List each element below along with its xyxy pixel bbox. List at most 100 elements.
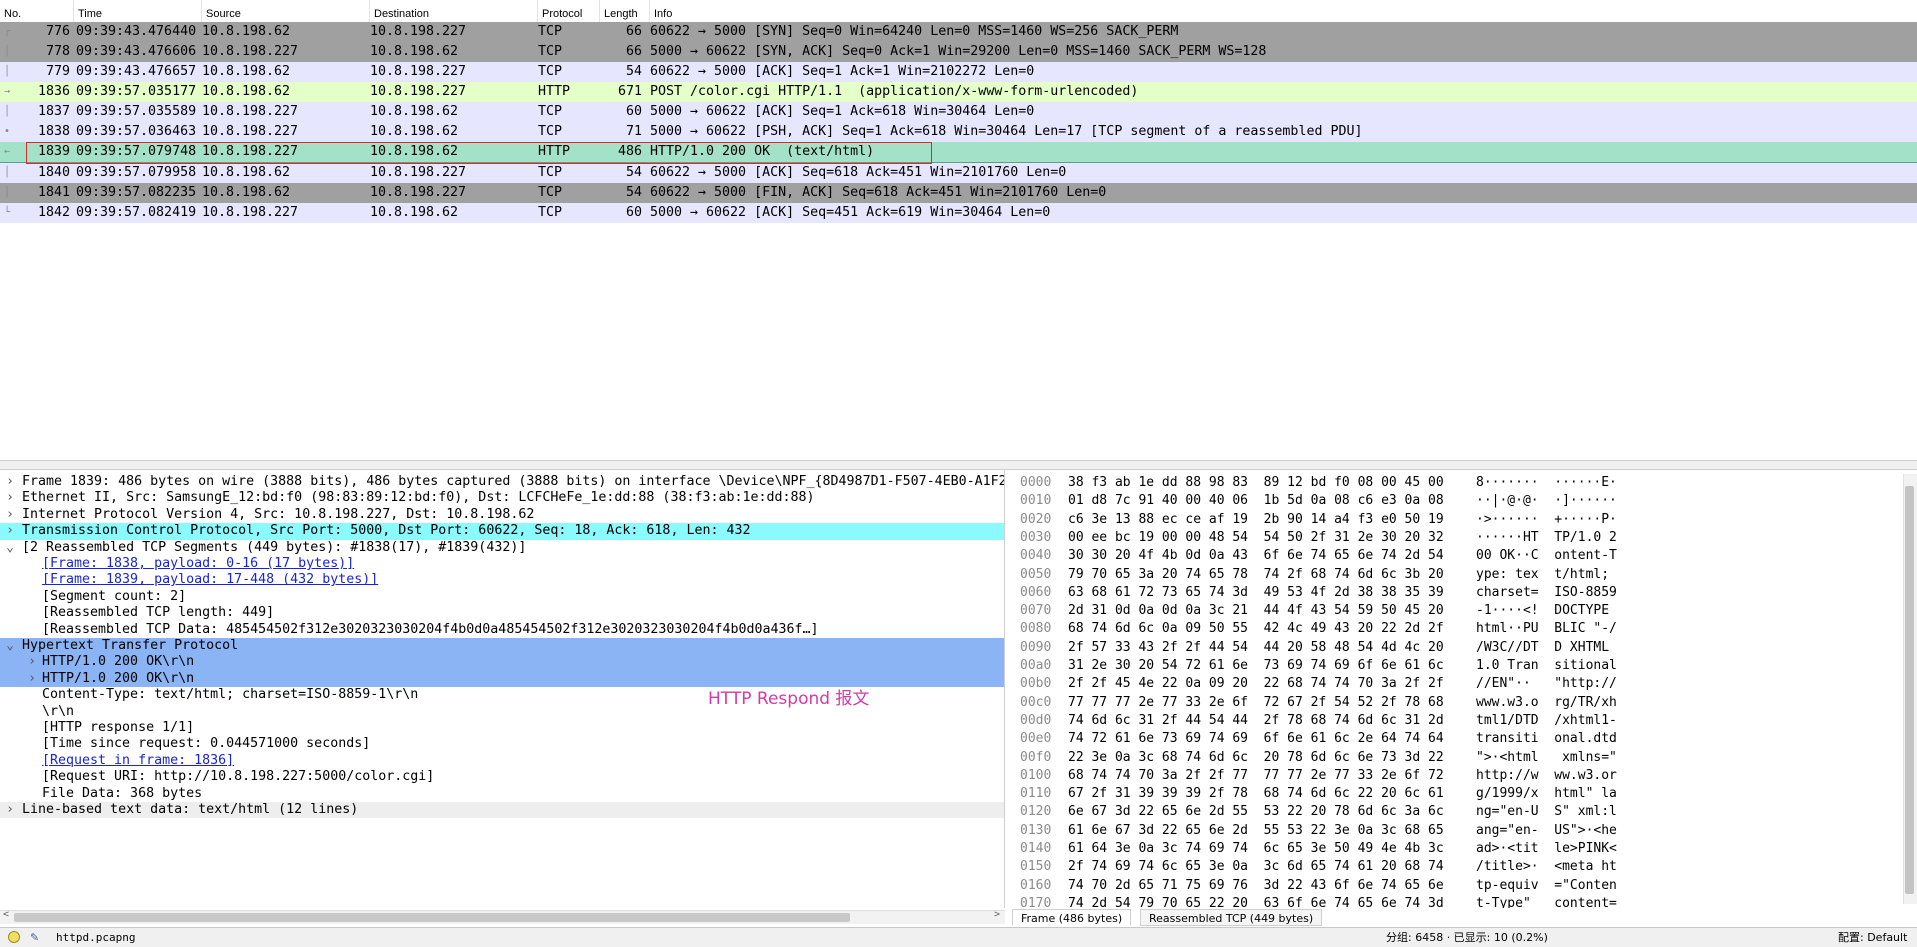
- packet-no: 1837: [37, 104, 70, 119]
- detail-tree-row[interactable]: [Frame: 1839, payload: 17-448 (432 bytes…: [0, 572, 1004, 588]
- annotation-label: HTTP Respond 报文: [708, 689, 870, 709]
- column-header-protocol[interactable]: Protocol: [538, 0, 600, 22]
- hex-row[interactable]: 0130 61 6e 67 3d 22 65 6e 2d 55 53 22 3e …: [1008, 822, 1898, 841]
- detail-tree-row[interactable]: [HTTP response 1/1]: [0, 720, 1004, 736]
- detail-link-text[interactable]: [Frame: 1839, payload: 17-448 (432 bytes…: [42, 572, 378, 588]
- hex-row[interactable]: 0050 79 70 65 3a 20 74 65 78 74 2f 68 74 …: [1008, 566, 1898, 585]
- related-packet-icon: │: [3, 167, 11, 178]
- packet-length: 54: [625, 64, 642, 79]
- hex-row[interactable]: 0100 68 74 74 70 3a 2f 2f 77 77 77 2e 77 …: [1008, 767, 1898, 786]
- hex-row[interactable]: 00e0 74 72 61 6e 73 69 74 69 6f 6e 61 6c …: [1008, 730, 1898, 749]
- hex-row[interactable]: 0140 61 64 3e 0a 3c 74 69 74 6c 65 3e 50 …: [1008, 840, 1898, 859]
- tab-frame-bytes[interactable]: Frame (486 bytes): [1012, 909, 1132, 926]
- related-packet-icon: │: [3, 66, 11, 77]
- column-header-source[interactable]: Source: [202, 0, 370, 22]
- detail-tree-row[interactable]: › Ethernet II, Src: SamsungE_12:bd:f0 (98…: [0, 490, 1004, 506]
- packet-row[interactable]: │ 778 09:39:43.476606 10.8.198.227 10.8.198.…: [0, 42, 1917, 62]
- column-header-length[interactable]: Length: [600, 0, 650, 22]
- hex-row[interactable]: 0070 2d 31 0d 0a 0d 0a 3c 21 44 4f 43 54 …: [1008, 602, 1898, 621]
- detail-tree-row[interactable]: [Reassembled TCP Data: 485454502f312e302…: [0, 622, 1004, 638]
- hex-row[interactable]: 0150 2f 74 69 74 6c 65 3e 0a 3c 6d 65 74 …: [1008, 858, 1898, 877]
- packet-destination: 10.8.198.227: [370, 165, 467, 180]
- scroll-left-icon[interactable]: <: [3, 909, 9, 920]
- packet-length: 66: [625, 24, 642, 39]
- hex-ascii: 1.0 Tran sitional: [1476, 658, 1617, 673]
- packet-row[interactable]: │ 1841 09:39:57.082235 10.8.198.62 10.8.198.…: [0, 183, 1917, 203]
- detail-tree-row[interactable]: › Internet Protocol Version 4, Src: 10.8.…: [0, 507, 1004, 523]
- tab-reassembled-tcp[interactable]: Reassembled TCP (449 bytes): [1140, 909, 1323, 926]
- detail-tree-row[interactable]: [Request in frame: 1836]: [0, 753, 1004, 769]
- expert-info-icon[interactable]: [8, 931, 20, 943]
- scroll-right-icon[interactable]: >: [994, 909, 1000, 920]
- hex-row[interactable]: 0170 74 2d 54 79 70 65 22 20 63 6f 6e 74 …: [1008, 895, 1898, 908]
- detail-tree-row[interactable]: [Time since request: 0.044571000 seconds…: [0, 736, 1004, 752]
- hex-row[interactable]: 0010 01 d8 7c 91 40 00 40 06 1b 5d 0a 08 …: [1008, 492, 1898, 511]
- packet-no: 1836: [37, 84, 70, 99]
- expanded-chevron-icon[interactable]: ⌄: [4, 540, 16, 556]
- hex-row[interactable]: 00a0 31 2e 30 20 54 72 61 6e 73 69 74 69 …: [1008, 657, 1898, 676]
- related-packet-icon: →: [3, 86, 11, 97]
- hex-row[interactable]: 0000 38 f3 ab 1e dd 88 98 83 89 12 bd f0 …: [1008, 474, 1898, 493]
- detail-tree-row[interactable]: File Data: 368 bytes: [0, 786, 1004, 802]
- hex-row[interactable]: 0160 74 70 2d 65 71 75 69 76 3d 22 43 6f …: [1008, 877, 1898, 896]
- edit-comment-icon[interactable]: ✎: [30, 930, 39, 946]
- column-header-no[interactable]: No.: [0, 0, 74, 22]
- hex-row[interactable]: 0090 2f 57 33 43 2f 2f 44 54 44 20 58 48 …: [1008, 639, 1898, 658]
- hex-row[interactable]: 0080 68 74 6d 6c 0a 09 50 55 42 4c 49 43 …: [1008, 620, 1898, 639]
- packet-row[interactable]: ┌ 776 09:39:43.476440 10.8.198.62 10.8.198.2…: [0, 22, 1917, 42]
- detail-text: [Request URI: http://10.8.198.227:5000/c…: [42, 769, 435, 785]
- hex-offset: 0080: [1020, 621, 1052, 637]
- packet-row[interactable]: │ 1840 09:39:57.079958 10.8.198.62 10.8.198.…: [0, 163, 1917, 183]
- detail-tree-row[interactable]: ⌄ Hypertext Transfer Protocol: [0, 638, 1004, 655]
- hex-row[interactable]: 0040 30 30 20 4f 4b 0d 0a 43 6f 6e 74 65 …: [1008, 547, 1898, 566]
- collapsed-chevron-icon[interactable]: ›: [4, 802, 16, 818]
- related-packet-icon: │: [3, 187, 11, 198]
- detail-text: Line-based text data: text/html (12 line…: [22, 802, 359, 817]
- hex-row[interactable]: 0060 63 68 61 72 73 65 74 3d 49 53 4f 2d …: [1008, 584, 1898, 603]
- packet-row[interactable]: └ 1842 09:39:57.082419 10.8.198.227 10.8.198…: [0, 203, 1917, 223]
- packet-row[interactable]: → 1836 09:39:57.035177 10.8.198.62 10.8.198.…: [0, 82, 1917, 102]
- detail-tree-row[interactable]: [Segment count: 2]: [0, 589, 1004, 605]
- hex-bytes: 68 74 6d 6c 0a 09 50 55 42 4c 49 43 20 2…: [1068, 621, 1444, 637]
- hex-offset: 00c0: [1020, 694, 1052, 710]
- collapsed-chevron-icon[interactable]: ›: [4, 474, 16, 490]
- collapsed-chevron-icon[interactable]: ›: [26, 654, 38, 670]
- collapsed-chevron-icon[interactable]: ›: [26, 671, 38, 687]
- detail-tree-row[interactable]: [Reassembled TCP length: 449]: [0, 605, 1004, 621]
- hex-row[interactable]: 00f0 22 3e 0a 3c 68 74 6d 6c 20 78 6d 6c …: [1008, 749, 1898, 768]
- hex-row[interactable]: 0030 00 ee bc 19 00 00 48 54 54 50 2f 31 …: [1008, 529, 1898, 548]
- detail-link-text[interactable]: [Request in frame: 1836]: [42, 753, 234, 769]
- hex-row[interactable]: 0110 67 2f 31 39 39 39 2f 78 68 74 6d 6c …: [1008, 785, 1898, 804]
- detail-tree-row[interactable]: [Frame: 1838, payload: 0-16 (17 bytes)]: [0, 556, 1004, 572]
- column-header-destination[interactable]: Destination: [370, 0, 538, 22]
- expanded-chevron-icon[interactable]: ⌄: [4, 638, 16, 654]
- packet-protocol: TCP: [538, 165, 563, 180]
- bytes-scrollbar-thumb[interactable]: [1905, 486, 1914, 894]
- detail-link-text[interactable]: [Frame: 1838, payload: 0-16 (17 bytes)]: [42, 556, 354, 572]
- details-scrollbar-thumb[interactable]: [14, 913, 850, 922]
- hex-ascii: ype: tex t/html;: [1476, 566, 1617, 582]
- detail-tree-row[interactable]: › Frame 1839: 486 bytes on wire (3888 bit…: [0, 474, 1004, 490]
- collapsed-chevron-icon[interactable]: ›: [4, 523, 16, 539]
- column-header-time[interactable]: Time^: [74, 0, 202, 22]
- hex-row[interactable]: 0020 c6 3e 13 88 ec ce af 19 2b 90 14 a4 …: [1008, 511, 1898, 530]
- detail-tree-row[interactable]: › Transmission Control Protocol, Src Port…: [0, 523, 1004, 540]
- profile-status[interactable]: 配置: Default: [1838, 930, 1907, 946]
- detail-tree-row[interactable]: › Line-based text data: text/html (12 lin…: [0, 802, 1004, 819]
- hex-row[interactable]: 0120 6e 67 3d 22 65 6e 2d 55 53 22 20 78 …: [1008, 803, 1898, 822]
- pane-splitter[interactable]: [0, 460, 1917, 470]
- hex-row[interactable]: 00c0 77 77 77 2e 77 33 2e 6f 72 67 2f 54 …: [1008, 694, 1898, 713]
- hex-bytes: 74 6d 6c 31 2f 44 54 44 2f 78 68 74 6d 6…: [1068, 712, 1444, 728]
- collapsed-chevron-icon[interactable]: ›: [4, 490, 16, 506]
- collapsed-chevron-icon[interactable]: ›: [4, 507, 16, 523]
- hex-row[interactable]: 00b0 2f 2f 45 4e 22 0a 09 20 22 68 74 74 …: [1008, 675, 1898, 694]
- detail-tree-row[interactable]: › HTTP/1.0 200 OK\r\n: [0, 654, 1004, 671]
- packet-row[interactable]: │ 1837 09:39:57.035589 10.8.198.227 10.8.198…: [0, 102, 1917, 122]
- detail-tree-row[interactable]: [Request URI: http://10.8.198.227:5000/c…: [0, 769, 1004, 785]
- packet-row[interactable]: • 1838 09:39:57.036463 10.8.198.227 10.8.198…: [0, 122, 1917, 142]
- packet-count-status: 分组: 6458 · 已显示: 10 (0.2%): [1386, 931, 1548, 944]
- packet-row[interactable]: │ 779 09:39:43.476657 10.8.198.62 10.8.198.2…: [0, 62, 1917, 82]
- detail-tree-row[interactable]: ⌄ [2 Reassembled TCP Segments (449 bytes)…: [0, 540, 1004, 556]
- hex-row[interactable]: 00d0 74 6d 6c 31 2f 44 54 44 2f 78 68 74 …: [1008, 712, 1898, 731]
- column-header-info[interactable]: Info: [650, 0, 1917, 22]
